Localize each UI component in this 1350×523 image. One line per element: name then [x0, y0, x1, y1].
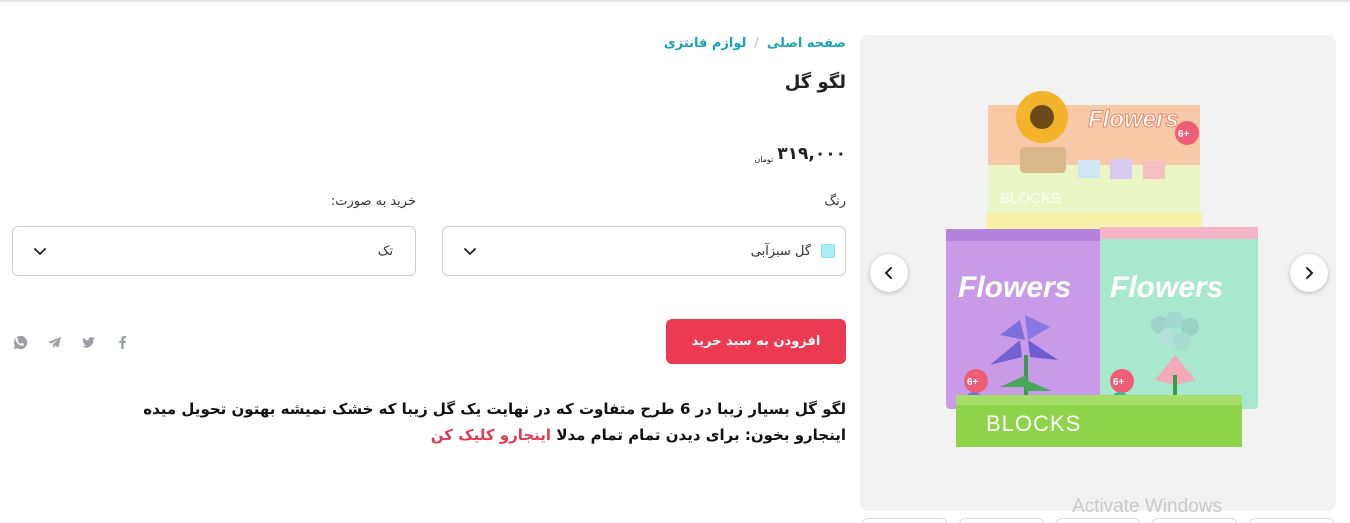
- chevron-down-icon: [34, 248, 46, 256]
- product-info: صفحه اصلی / لوازم فانتزی لگو گل ۳۱۹,۰۰۰ …: [10, 36, 846, 496]
- thumbnail[interactable]: [1055, 518, 1141, 523]
- share-icons: [10, 332, 132, 352]
- whatsapp-icon: [13, 335, 27, 349]
- color-swatch: [821, 244, 835, 258]
- color-select-value: گل سبزآبی: [750, 243, 811, 259]
- right-box-age-text: 6+: [1113, 377, 1125, 388]
- chevron-down-icon: [464, 248, 476, 256]
- header-tray-text: BLOCKS: [1000, 190, 1061, 207]
- chevron-right-icon: [1306, 267, 1314, 279]
- description-line-2: اینجارو بخون: برای دیدن تمام تمام مدلا ا…: [10, 422, 846, 448]
- facebook-icon: [118, 335, 126, 349]
- breadcrumb-home[interactable]: صفحه اصلی: [767, 36, 846, 51]
- gallery-prev-button[interactable]: [870, 254, 908, 292]
- breadcrumb-category[interactable]: لوازم فانتزی: [664, 36, 747, 51]
- facebook-share-button[interactable]: [112, 332, 132, 352]
- twitter-icon: [81, 336, 95, 348]
- twitter-share-button[interactable]: [78, 332, 98, 352]
- top-divider: [0, 0, 1350, 2]
- add-to-cart-button[interactable]: افزودن به سبد خرید: [666, 319, 846, 364]
- gallery-next-button[interactable]: [1290, 254, 1328, 292]
- left-box-age-text: 6+: [967, 377, 979, 388]
- thumbnail[interactable]: [1152, 518, 1238, 523]
- description-line-2-text: اینجارو بخون: برای دیدن تمام تمام مدلا: [556, 426, 846, 444]
- header-brand-text: Flowers: [1088, 106, 1179, 133]
- right-box-brand-text: Flowers: [1110, 271, 1223, 304]
- whatsapp-share-button[interactable]: [10, 332, 30, 352]
- color-label: رنگ: [824, 194, 846, 209]
- product-price: ۳۱۹,۰۰۰ تومان: [754, 144, 846, 164]
- left-box-brand-text: Flowers: [958, 271, 1071, 304]
- price-amount: ۳۱۹,۰۰۰: [777, 144, 846, 164]
- thumbnail-strip: [862, 518, 1334, 523]
- windows-activation-watermark: Activate Windows: [1072, 496, 1222, 517]
- description-line-1: لگو گل بسیار زیبا در 6 طرح متفاوت که در …: [143, 400, 846, 418]
- thumbnail[interactable]: [862, 518, 947, 523]
- color-select[interactable]: گل سبزآبی: [442, 226, 846, 276]
- product-image: Flowers 6+ BLOCKS Flowers 6+ 100 Flowers…: [860, 35, 1336, 511]
- breadcrumb: صفحه اصلی / لوازم فانتزی: [664, 36, 846, 51]
- purchase-type-label: خرید به صورت:: [330, 194, 416, 209]
- product-description: لگو گل بسیار زیبا در 6 طرح متفاوت که در …: [10, 396, 846, 448]
- telegram-icon: [47, 336, 61, 348]
- chevron-left-icon: [884, 267, 892, 279]
- header-age-text: 6+: [1178, 129, 1190, 140]
- tray-label-text: BLOCKS: [986, 411, 1081, 436]
- thumbnail[interactable]: [1249, 518, 1334, 523]
- price-currency: تومان: [754, 155, 774, 164]
- product-title: لگو گل: [784, 72, 846, 93]
- purchase-type-select[interactable]: تک: [12, 226, 416, 276]
- thumbnail[interactable]: [958, 518, 1044, 523]
- breadcrumb-separator: /: [754, 36, 759, 51]
- purchase-type-value: تک: [377, 243, 393, 259]
- models-link[interactable]: اینجارو کلیک کن: [431, 426, 551, 444]
- telegram-share-button[interactable]: [44, 332, 64, 352]
